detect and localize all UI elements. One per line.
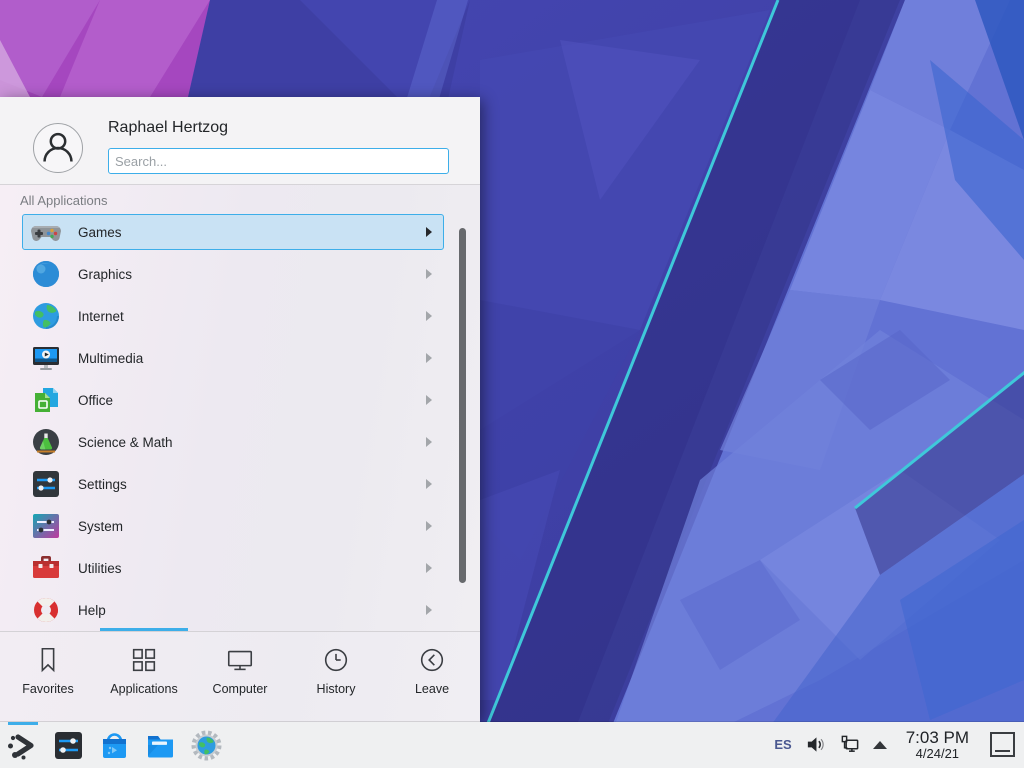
- category-item-graphics[interactable]: Graphics: [0, 253, 480, 295]
- digital-clock[interactable]: 7:03 PM 4/24/21: [906, 729, 969, 762]
- file-manager-icon[interactable]: [144, 729, 177, 762]
- tab-label: Favorites: [22, 682, 73, 696]
- toolbox-icon: [30, 552, 62, 584]
- web-browser-icon[interactable]: [190, 729, 223, 762]
- leave-icon: [417, 645, 447, 675]
- category-item-system[interactable]: System: [0, 505, 480, 547]
- taskbar-apps: [6, 722, 223, 768]
- office-documents-icon: [30, 384, 62, 416]
- clock-date: 4/24/21: [906, 747, 969, 761]
- settings-sliders-icon: [30, 468, 62, 500]
- keyboard-layout-indicator[interactable]: ES: [774, 737, 791, 752]
- tab-favorites[interactable]: Favorites: [0, 632, 96, 722]
- launcher-header: Raphael Hertzog: [0, 97, 480, 185]
- active-tab-indicator: [100, 628, 188, 631]
- tab-history[interactable]: History: [288, 632, 384, 722]
- tab-label: Applications: [110, 682, 177, 696]
- category-label: Settings: [78, 477, 127, 492]
- category-list: Games Graphics: [0, 211, 480, 631]
- show-desktop-glyph: [995, 750, 1010, 752]
- category-item-internet[interactable]: Internet: [0, 295, 480, 337]
- category-item-settings[interactable]: Settings: [0, 463, 480, 505]
- discover-store-icon[interactable]: [98, 729, 131, 762]
- system-tray: ES 7:03 PM 4/24/21: [774, 729, 1024, 762]
- science-flask-icon: [30, 426, 62, 458]
- history-clock-icon: [321, 645, 351, 675]
- category-label: Internet: [78, 309, 124, 324]
- gamepad-icon: [30, 216, 62, 248]
- bookmark-icon: [33, 645, 63, 675]
- show-desktop-button[interactable]: [990, 732, 1015, 757]
- tab-leave[interactable]: Leave: [384, 632, 480, 722]
- tab-label: Leave: [415, 682, 449, 696]
- search-input[interactable]: [108, 148, 449, 174]
- tab-computer[interactable]: Computer: [192, 632, 288, 722]
- category-label: Utilities: [78, 561, 122, 576]
- globe-icon: [30, 300, 62, 332]
- submenu-arrow-icon: [426, 479, 432, 489]
- submenu-arrow-icon: [426, 437, 432, 447]
- submenu-arrow-icon: [426, 605, 432, 615]
- category-label: Science & Math: [78, 435, 173, 450]
- submenu-arrow-icon: [426, 395, 432, 405]
- submenu-arrow-icon: [426, 311, 432, 321]
- category-label: Help: [78, 603, 106, 618]
- submenu-arrow-icon: [426, 353, 432, 363]
- category-label: Office: [78, 393, 113, 408]
- app-grid-icon: [129, 645, 159, 675]
- category-item-games[interactable]: Games: [0, 211, 480, 253]
- volume-icon[interactable]: [805, 734, 826, 755]
- category-item-office[interactable]: Office: [0, 379, 480, 421]
- launcher-tabbar: Favorites Applications Computer: [0, 631, 480, 722]
- category-label: Graphics: [78, 267, 132, 282]
- category-item-multimedia[interactable]: Multimedia: [0, 337, 480, 379]
- submenu-arrow-icon: [426, 563, 432, 573]
- category-item-science-math[interactable]: Science & Math: [0, 421, 480, 463]
- desktop[interactable]: Raphael Hertzog All Applications: [0, 0, 1024, 768]
- system-monitor-icon: [30, 510, 62, 542]
- launcher-body: All Applications: [0, 185, 480, 631]
- clock-time: 7:03 PM: [906, 729, 969, 748]
- user-name: Raphael Hertzog: [108, 119, 228, 137]
- category-label: System: [78, 519, 123, 534]
- submenu-arrow-icon: [426, 269, 432, 279]
- submenu-arrow-icon: [426, 227, 432, 237]
- submenu-arrow-icon: [426, 521, 432, 531]
- tab-label: History: [317, 682, 356, 696]
- category-item-help[interactable]: Help: [0, 589, 480, 631]
- taskbar-panel: ES 7:03 PM 4/24/21: [0, 722, 1024, 768]
- category-item-utilities[interactable]: Utilities: [0, 547, 480, 589]
- user-avatar[interactable]: [33, 123, 83, 173]
- kickoff-launcher-icon[interactable]: [6, 729, 39, 762]
- computer-icon: [225, 645, 255, 675]
- help-lifering-icon: [30, 594, 62, 626]
- application-launcher-popup: Raphael Hertzog All Applications: [0, 97, 480, 722]
- list-scrollbar[interactable]: [459, 228, 466, 583]
- tab-label: Computer: [213, 682, 268, 696]
- expand-tray-icon[interactable]: [873, 741, 887, 749]
- tab-applications[interactable]: Applications: [96, 632, 192, 722]
- graphics-ball-icon: [30, 258, 62, 290]
- section-label: All Applications: [20, 193, 107, 208]
- multimedia-monitor-icon: [30, 342, 62, 374]
- wired-network-icon[interactable]: [839, 734, 860, 755]
- launcher-active-indicator: [8, 722, 38, 725]
- category-label: Games: [78, 225, 122, 240]
- category-label: Multimedia: [78, 351, 143, 366]
- system-settings-icon[interactable]: [52, 729, 85, 762]
